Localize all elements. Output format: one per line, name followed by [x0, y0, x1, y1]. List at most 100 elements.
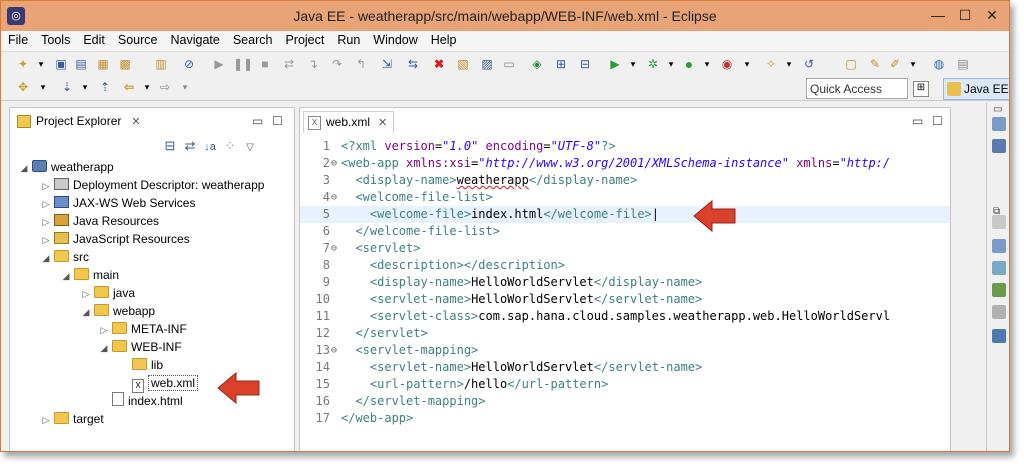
markers-icon[interactable]	[992, 215, 1006, 229]
menu-search[interactable]: Search	[226, 31, 279, 47]
open-type-icon[interactable]: ▦	[95, 57, 111, 72]
tree-item-web-inf[interactable]: ◢ WEB-INF	[98, 338, 182, 356]
globe-icon[interactable]: ◍	[931, 57, 947, 72]
minimize-editor-icon[interactable]: ▭	[912, 114, 923, 128]
expand-icon[interactable]: ▷	[40, 195, 52, 213]
fold-collapse-icon[interactable]: ⊖	[331, 240, 337, 257]
debug-icon[interactable]: ✲	[645, 57, 661, 72]
pin-dropdown-icon[interactable]: ▾	[35, 80, 51, 95]
previous-annotation-icon[interactable]: ⇡	[97, 80, 113, 95]
expand-icon[interactable]: ▷	[40, 231, 52, 249]
run-icon[interactable]: ●	[681, 57, 697, 72]
menu-tools[interactable]: Tools	[34, 31, 76, 47]
tree-item-jax-ws[interactable]: ▷ JAX-WS Web Services	[40, 194, 195, 212]
close-icon[interactable]: ✕	[378, 117, 387, 129]
forward-icon[interactable]: ⇨	[157, 80, 173, 95]
open-perspective-icon[interactable]: ⊞	[913, 81, 929, 97]
new-wizard-icon[interactable]: ✧	[763, 57, 779, 72]
collapse-icon[interactable]: ◢	[60, 267, 72, 285]
tree-item-meta-inf[interactable]: ▷ META-INF	[98, 320, 187, 338]
step-return-icon[interactable]: ↰	[353, 57, 369, 72]
menu-run[interactable]: Run	[330, 31, 366, 47]
fold-collapse-icon[interactable]: ⊖	[331, 189, 337, 206]
maximize-editor-icon[interactable]: ☐	[932, 114, 943, 128]
tree-item-weatherapp[interactable]: ◢ weatherapp	[18, 158, 114, 176]
menu-source[interactable]: Source	[111, 31, 164, 47]
collapse-icon[interactable]: ◢	[98, 339, 110, 357]
tree-item-deployment-descriptor[interactable]: ▷ Deployment Descriptor: weatherapp	[40, 176, 264, 194]
tree-item-index-html[interactable]: index.html	[110, 392, 183, 410]
menu-file[interactable]: File	[1, 31, 34, 47]
servers-icon[interactable]: ▨	[479, 57, 495, 72]
tree-item-main[interactable]: ◢ main	[60, 266, 119, 284]
expand-icon[interactable]: ▷	[40, 213, 52, 231]
save-all-icon[interactable]: ▤	[73, 57, 89, 72]
next-annotation-dropdown-icon[interactable]: ▾	[77, 80, 93, 95]
minimize-icon[interactable]: —	[927, 5, 949, 25]
link-editor-icon[interactable]: ↺	[801, 57, 817, 72]
menu-project[interactable]: Project	[278, 31, 330, 47]
new-package-icon[interactable]: ⊞	[553, 57, 569, 72]
menu-navigate[interactable]: Navigate	[164, 31, 226, 47]
tree-item-java-resources[interactable]: ▷ Java Resources	[40, 212, 159, 230]
back-icon[interactable]: ⇦	[121, 80, 137, 95]
close-icon[interactable]: ✕	[981, 5, 1003, 25]
collapse-icon[interactable]: ◢	[80, 303, 92, 321]
tree-item-javascript-resources[interactable]: ▷ JavaScript Resources	[40, 230, 190, 248]
new-icon[interactable]: ✦	[15, 57, 31, 72]
maximize-view-icon[interactable]: ☐	[272, 114, 283, 128]
snippets-icon[interactable]	[992, 305, 1006, 319]
tree-item-java[interactable]: ▷ java	[80, 284, 135, 302]
run-last-dropdown-icon[interactable]: ▾	[625, 57, 641, 72]
hierarchy-icon[interactable]	[992, 139, 1006, 153]
link-with-editor-icon[interactable]: ⇄	[180, 138, 200, 154]
step-into-icon[interactable]: ↴	[305, 57, 321, 72]
perspective-java-ee[interactable]: Java EE	[943, 78, 1009, 100]
tree-item-web-xml[interactable]: Xweb.xml	[130, 374, 199, 393]
back-dropdown-icon[interactable]: ▾	[139, 80, 155, 95]
step-over-icon[interactable]: ↷	[329, 57, 345, 72]
sort-icon[interactable]: ↓a	[200, 141, 220, 153]
run-dropdown-icon[interactable]: ▾	[699, 57, 715, 72]
pin-icon[interactable]: ✥	[15, 80, 31, 95]
resume-icon[interactable]: ▶	[211, 57, 227, 72]
terminate-icon[interactable]: ■	[257, 57, 273, 72]
servers-view-icon[interactable]	[992, 261, 1006, 275]
expand-icon[interactable]: ▷	[40, 411, 52, 429]
drop-to-frame-icon[interactable]: ⇲	[379, 57, 395, 72]
menu-edit[interactable]: Edit	[76, 31, 111, 47]
skip-breakpoints-icon[interactable]: ⊘	[181, 57, 197, 72]
tab-project-explorer[interactable]: Project Explorer ✕	[14, 111, 147, 133]
close-icon[interactable]: ✕	[131, 116, 140, 128]
maximize-icon[interactable]: ☐	[954, 5, 976, 25]
quick-access-input[interactable]: Quick Access	[806, 78, 908, 99]
publish-icon[interactable]: ▧	[455, 57, 471, 72]
expand-icon[interactable]: ▷	[98, 321, 110, 339]
data-source-icon[interactable]	[992, 283, 1006, 297]
run-last-icon[interactable]: ▶	[607, 57, 623, 72]
new-server-icon[interactable]: ▥	[153, 57, 169, 72]
tab-web-xml[interactable]: X web.xml ✕	[303, 111, 395, 133]
tree-item-webapp[interactable]: ◢ webapp	[80, 302, 155, 320]
properties-icon[interactable]	[992, 239, 1006, 253]
tree-item-target[interactable]: ▷ target	[40, 410, 104, 428]
expand-icon[interactable]: ▷	[40, 177, 52, 195]
new-java-project-icon[interactable]: ◈	[529, 57, 545, 72]
save-icon[interactable]: ▣	[53, 57, 69, 72]
collapse-icon[interactable]: ◢	[40, 249, 52, 267]
new-wizard-dropdown-icon[interactable]: ▾	[781, 57, 797, 72]
fold-collapse-icon[interactable]: ⊖	[331, 155, 337, 172]
collapse-all-icon[interactable]: ⊟	[160, 138, 180, 154]
tree-item-src[interactable]: ◢ src	[40, 248, 89, 266]
suspend-icon[interactable]: ❚❚	[233, 57, 253, 72]
monitor-icon[interactable]: ▭	[501, 57, 517, 72]
debug-dropdown-icon[interactable]: ▾	[663, 57, 679, 72]
toolbar-extra-icon[interactable]: ▤	[955, 57, 971, 72]
open-folder-icon[interactable]: ▢	[843, 57, 859, 72]
fold-collapse-icon[interactable]: ⊖	[331, 342, 337, 359]
use-step-filters-icon[interactable]: ⇆	[405, 57, 421, 72]
pen-dropdown-icon[interactable]: ▾	[905, 57, 921, 72]
console-icon[interactable]	[992, 329, 1006, 343]
right-restore-icon[interactable]: ⧉	[993, 206, 1000, 217]
menu-window[interactable]: Window	[366, 31, 423, 47]
